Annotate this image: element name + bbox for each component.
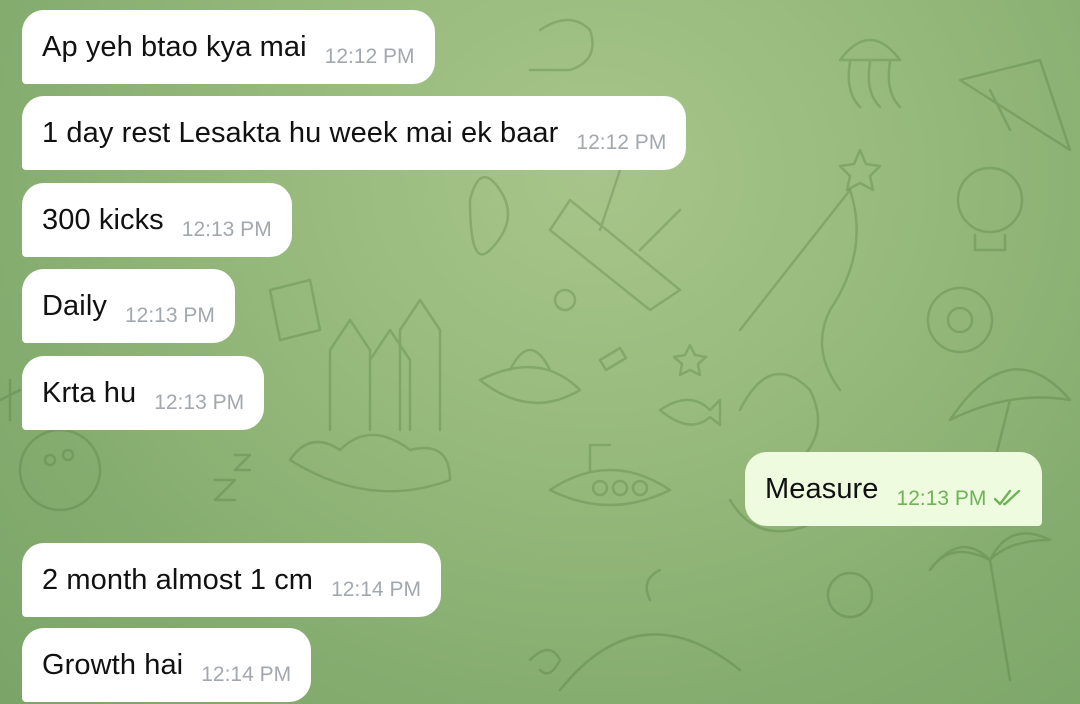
- shell-doodle: [826, 571, 874, 619]
- message-bubble-incoming[interactable]: Ap yeh btao kya mai 12:12 PM: [22, 10, 435, 84]
- message-time: 12:14 PM: [331, 578, 421, 601]
- swirl-doodle: [528, 648, 562, 675]
- message-time: 12:13 PM: [154, 391, 245, 414]
- cactus-doodle: [468, 176, 510, 256]
- message-text: Measure: [765, 472, 879, 505]
- zzz-doodle: [213, 453, 252, 502]
- candy-doodle: [598, 346, 628, 372]
- boat-doodle: [548, 168, 682, 312]
- pizza-doodle: [958, 58, 1072, 152]
- message-bubble-outgoing[interactable]: Measure 12:13 PM: [745, 452, 1043, 526]
- snail-doodle: [528, 18, 594, 72]
- message-time: 12:13 PM: [896, 487, 987, 510]
- message-text: 2 month almost 1 cm: [42, 563, 314, 596]
- double-check-icon: [994, 489, 1022, 507]
- castle-doodle: [328, 298, 442, 432]
- message-bubble-incoming[interactable]: 2 month almost 1 cm 12:14 PM: [22, 543, 441, 617]
- message-bubble-incoming[interactable]: 300 kicks 12:13 PM: [22, 183, 292, 257]
- chat-background: Ap yeh btao kya mai 12:12 PM 1 day rest …: [0, 0, 1080, 704]
- message-time: 12:12 PM: [324, 45, 415, 68]
- whale-doodle: [558, 568, 742, 692]
- message-time: 12:13 PM: [124, 304, 215, 327]
- cloud-doodle: [288, 433, 452, 493]
- ufo-doodle: [478, 348, 582, 405]
- star-doodle: [838, 148, 882, 192]
- message-time: 12:14 PM: [201, 663, 292, 686]
- bowling-ball-doodle: [18, 428, 102, 512]
- message-time: 12:13 PM: [181, 218, 272, 241]
- message-text: Daily: [42, 289, 107, 322]
- message-bubble-incoming[interactable]: 1 day rest Lesakta hu week mai ek baar 1…: [22, 96, 687, 170]
- message-time: 12:12 PM: [576, 131, 667, 154]
- message-text: 300 kicks: [42, 203, 164, 236]
- gift-doodle: [268, 278, 322, 342]
- fish-doodle: [658, 398, 722, 427]
- message-text: Krta hu: [42, 376, 137, 409]
- message-bubble-incoming[interactable]: Growth hai 12:14 PM: [22, 628, 312, 702]
- tree-doodle: [0, 378, 22, 422]
- palm-doodle: [928, 532, 1052, 682]
- message-text: Ap yeh btao kya mai: [42, 30, 307, 63]
- jellyfish-doodle: [838, 38, 902, 109]
- message-bubble-incoming[interactable]: Krta hu 12:13 PM: [22, 356, 265, 430]
- message-text: 1 day rest Lesakta hu week mai ek baar: [42, 116, 559, 149]
- fishing-rod-doodle: [738, 188, 858, 392]
- submarine-doodle: [548, 443, 672, 507]
- message-text: Growth hai: [42, 648, 184, 681]
- ball-doodle: [926, 286, 994, 354]
- bulb-doodle: [956, 166, 1024, 234]
- message-bubble-incoming[interactable]: Daily 12:13 PM: [22, 269, 235, 343]
